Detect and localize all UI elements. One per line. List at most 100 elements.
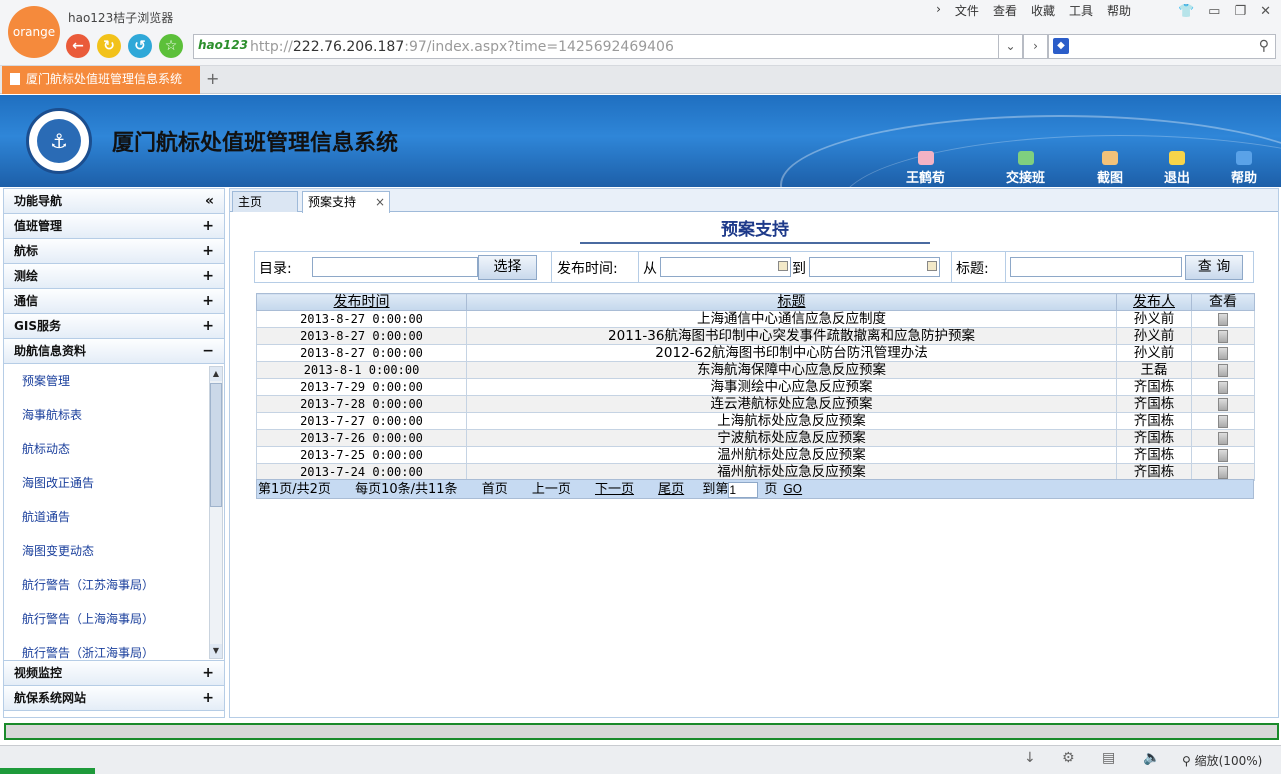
skin-icon[interactable]: 👕 bbox=[1178, 4, 1194, 19]
count-info: 每页10条/共11条 bbox=[355, 482, 458, 497]
address-url[interactable]: http://222.76.206.187:97/index.aspx?time… bbox=[250, 39, 674, 55]
close-icon[interactable]: ✕ bbox=[1260, 4, 1271, 19]
menu-tools[interactable]: 工具 bbox=[1069, 2, 1093, 19]
scrollbar-thumb[interactable] bbox=[210, 383, 222, 507]
table-row[interactable]: 2013-8-1 0:00:00 东海航海保障中心应急反应预案 王磊 bbox=[256, 361, 1255, 379]
sidebar-item-warning-zhejiang[interactable]: 航行警告（浙江海事局） bbox=[4, 636, 224, 660]
favorite-star-icon[interactable]: ☆ bbox=[159, 34, 183, 58]
table-row[interactable]: 2013-7-26 0:00:00 宁波航标处应急反应预案 齐国栋 bbox=[256, 429, 1255, 447]
view-document-icon[interactable] bbox=[1218, 414, 1228, 428]
help-button[interactable]: 帮助 bbox=[1231, 151, 1257, 186]
query-button[interactable]: 查 询 bbox=[1185, 255, 1243, 280]
calendar-icon[interactable] bbox=[778, 261, 788, 271]
scroll-up-icon[interactable]: ▲ bbox=[210, 367, 222, 381]
speaker-icon[interactable]: 🔈 bbox=[1143, 750, 1160, 766]
download-icon[interactable]: ↓ bbox=[1024, 750, 1036, 766]
screenshot-button[interactable]: 截图 bbox=[1097, 151, 1123, 186]
collapse-sidebar-icon[interactable]: « bbox=[205, 189, 214, 213]
title-input[interactable] bbox=[1010, 257, 1182, 277]
home-icon[interactable]: ↺ bbox=[128, 34, 152, 58]
search-icon[interactable]: ⚲ bbox=[1259, 38, 1269, 54]
last-page-link[interactable]: 尾页 bbox=[658, 482, 684, 497]
sidebar-section-aids[interactable]: 航标 + bbox=[4, 239, 224, 264]
tab-home[interactable]: 主页 bbox=[232, 191, 298, 212]
back-icon[interactable]: ← bbox=[66, 34, 90, 58]
address-bar[interactable]: hao123 http://222.76.206.187:97/index.as… bbox=[193, 34, 1023, 59]
select-button[interactable]: 选择 bbox=[478, 255, 537, 280]
minimize-icon[interactable]: ▭ bbox=[1208, 4, 1220, 19]
address-dropdown-icon[interactable]: ⌄ bbox=[998, 34, 1023, 59]
menu-expand-icon[interactable]: › bbox=[936, 2, 941, 19]
view-document-icon[interactable] bbox=[1218, 329, 1228, 343]
settings-gear-icon[interactable]: ⚙ bbox=[1062, 750, 1075, 766]
sidebar-item-chart-correction[interactable]: 海图改正通告 bbox=[4, 466, 224, 500]
view-document-icon[interactable] bbox=[1218, 431, 1228, 445]
view-document-icon[interactable] bbox=[1218, 380, 1228, 394]
first-page-link[interactable]: 首页 bbox=[482, 482, 508, 497]
sidebar-section-comm[interactable]: 通信 + bbox=[4, 289, 224, 314]
view-document-icon[interactable] bbox=[1218, 465, 1228, 479]
main-content: 主页 预案支持 × 预案支持 目录: 选择 发布时间: 从 到 标题: 查 询 … bbox=[229, 188, 1279, 718]
menu-view[interactable]: 查看 bbox=[993, 2, 1017, 19]
sidebar-item-plan-management[interactable]: 预案管理 bbox=[4, 364, 224, 398]
calendar-icon[interactable] bbox=[927, 261, 937, 271]
column-header-date[interactable]: 发布时间 bbox=[256, 293, 467, 311]
view-document-icon[interactable] bbox=[1218, 363, 1228, 377]
view-document-icon[interactable] bbox=[1218, 448, 1228, 462]
table-row[interactable]: 2013-8-27 0:00:00 2011-36航海图书印制中心突发事件疏散撤离… bbox=[256, 327, 1255, 345]
start-date-input[interactable] bbox=[660, 257, 791, 277]
table-row[interactable]: 2013-7-29 0:00:00 海事测绘中心应急反应预案 齐国栋 bbox=[256, 378, 1255, 396]
browser-tab[interactable]: 厦门航标处值班管理信息系统 bbox=[2, 66, 200, 94]
menu-favorites[interactable]: 收藏 bbox=[1031, 2, 1055, 19]
sidebar-item-chart-changes[interactable]: 海图变更动态 bbox=[4, 534, 224, 568]
zoom-level[interactable]: ⚲ 缩放(100%) bbox=[1182, 752, 1262, 769]
go-button[interactable]: GO bbox=[783, 482, 802, 496]
handover-button[interactable]: 交接班 bbox=[1006, 151, 1045, 186]
sidebar-item-channel-notice[interactable]: 航道通告 bbox=[4, 500, 224, 534]
table-row[interactable]: 2013-7-24 0:00:00 福州航标处应急反应预案 齐国栋 bbox=[256, 463, 1255, 481]
prev-page-link[interactable]: 上一页 bbox=[532, 482, 571, 497]
goto-page-input[interactable] bbox=[728, 481, 759, 498]
sidebar-item-warning-shanghai[interactable]: 航行警告（上海海事局） bbox=[4, 602, 224, 636]
user-button[interactable]: 王鹤荀 bbox=[906, 151, 945, 186]
next-page-link[interactable]: 下一页 bbox=[595, 482, 634, 497]
directory-input[interactable] bbox=[312, 257, 478, 277]
sidebar-section-gis[interactable]: GIS服务 + bbox=[4, 314, 224, 339]
sidebar-item-warning-jiangsu[interactable]: 航行警告（江苏海事局） bbox=[4, 568, 224, 602]
page-icon bbox=[10, 73, 20, 85]
menu-file[interactable]: 文件 bbox=[955, 2, 979, 19]
sidebar-item-aids-table[interactable]: 海事航标表 bbox=[4, 398, 224, 432]
refresh-icon[interactable]: ↻ bbox=[97, 34, 121, 58]
table-header-row: 发布时间 标题 发布人 查看 bbox=[256, 293, 1255, 311]
scroll-down-icon[interactable]: ▼ bbox=[210, 644, 222, 658]
screen-icon[interactable]: ▤ bbox=[1102, 750, 1115, 766]
sidebar-section-website[interactable]: 航保系统网站 + bbox=[4, 686, 224, 711]
logout-button[interactable]: 退出 bbox=[1164, 151, 1190, 186]
table-row[interactable]: 2013-7-28 0:00:00 连云港航标处应急反应预案 齐国栋 bbox=[256, 395, 1255, 413]
tab-plan-support[interactable]: 预案支持 × bbox=[302, 191, 390, 213]
view-document-icon[interactable] bbox=[1218, 312, 1228, 326]
go-icon[interactable]: › bbox=[1023, 34, 1048, 59]
sidebar-item-aids-dynamics[interactable]: 航标动态 bbox=[4, 432, 224, 466]
browser-toolbar: orange hao123桔子浏览器 ← ↻ ↺ ☆ › 文件 查看 收藏 工具… bbox=[0, 0, 1281, 66]
column-header-publisher[interactable]: 发布人 bbox=[1116, 293, 1192, 311]
table-row[interactable]: 2013-7-25 0:00:00 温州航标处应急反应预案 齐国栋 bbox=[256, 446, 1255, 464]
sidebar-section-nav-info[interactable]: 助航信息资料 − bbox=[4, 339, 224, 364]
restore-icon[interactable]: ❐ bbox=[1234, 4, 1246, 19]
sidebar-section-survey[interactable]: 测绘 + bbox=[4, 264, 224, 289]
view-document-icon[interactable] bbox=[1218, 346, 1228, 360]
sidebar-scrollbar[interactable]: ▲ ▼ bbox=[209, 366, 223, 659]
expand-icon: + bbox=[202, 268, 214, 284]
table-row[interactable]: 2013-7-27 0:00:00 上海航标处应急反应预案 齐国栋 bbox=[256, 412, 1255, 430]
close-tab-icon[interactable]: × bbox=[375, 192, 385, 212]
menu-help[interactable]: 帮助 bbox=[1107, 2, 1131, 19]
table-row[interactable]: 2013-8-27 0:00:00 2012-62航海图书印制中心防台防汛管理办法… bbox=[256, 344, 1255, 362]
table-row[interactable]: 2013-8-27 0:00:00 上海通信中心通信应急反应制度 孙义前 bbox=[256, 310, 1255, 328]
column-header-title[interactable]: 标题 bbox=[466, 293, 1117, 311]
sidebar-section-video[interactable]: 视频监控 + bbox=[4, 661, 224, 686]
view-document-icon[interactable] bbox=[1218, 397, 1228, 411]
search-input[interactable]: ◆ ⚲ bbox=[1048, 34, 1276, 59]
sidebar-section-duty[interactable]: 值班管理 + bbox=[4, 214, 224, 239]
new-tab-button[interactable]: + bbox=[206, 69, 219, 88]
end-date-input[interactable] bbox=[809, 257, 940, 277]
